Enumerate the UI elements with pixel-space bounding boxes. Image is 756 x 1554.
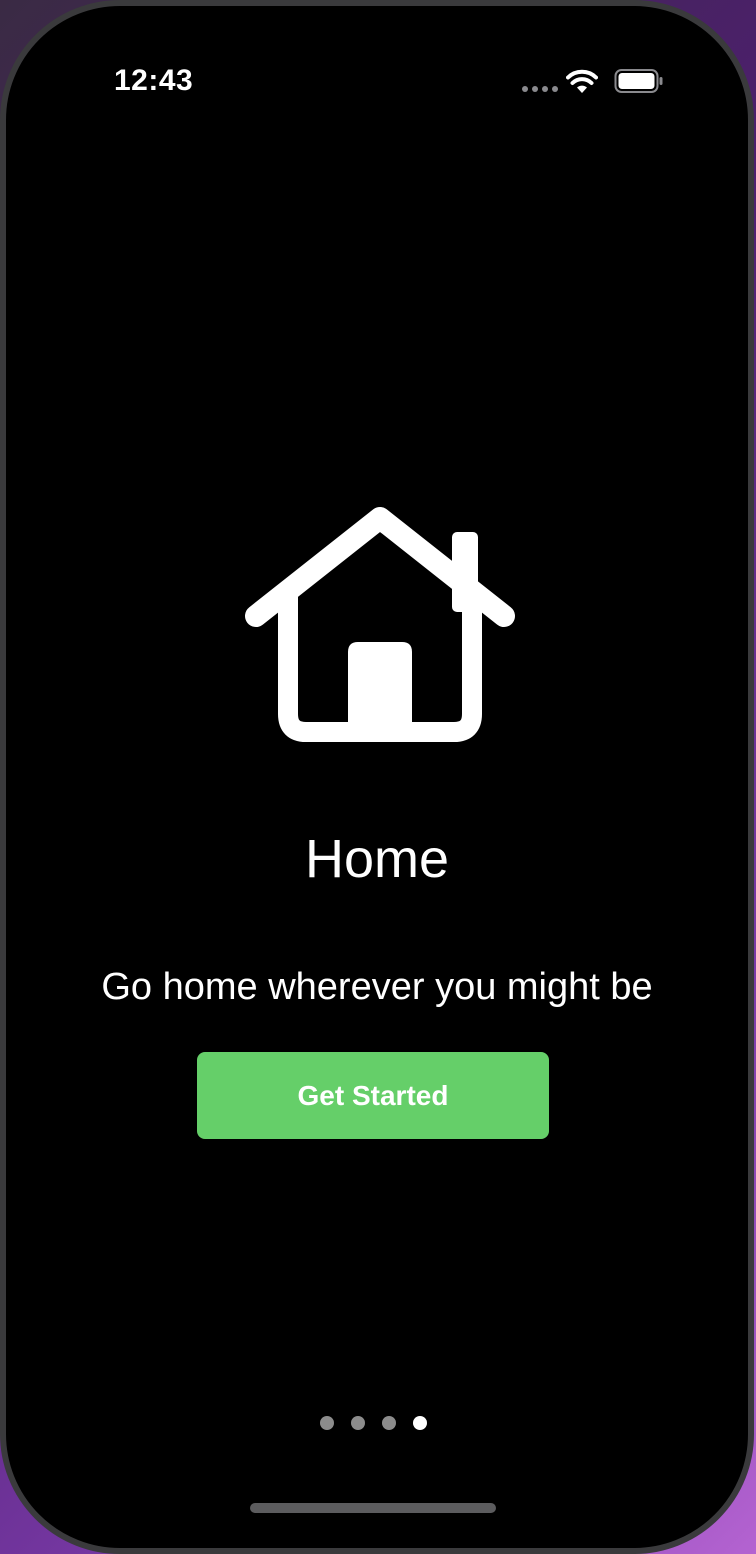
status-time: 12:43 (114, 64, 194, 97)
page-title: Home (304, 829, 450, 889)
home-indicator-bar[interactable] (250, 1503, 496, 1513)
page-indicator[interactable] (320, 1416, 427, 1430)
page-subtitle: Go home wherever you might be (101, 966, 653, 1008)
get-started-button[interactable]: Get Started (197, 1052, 549, 1139)
wifi-icon (566, 69, 598, 93)
page-dot-1[interactable] (320, 1416, 334, 1430)
battery-icon (614, 69, 663, 93)
page-dot-3[interactable] (382, 1416, 396, 1430)
page-dot-2[interactable] (351, 1416, 365, 1430)
cellular-signal-icon (522, 86, 558, 92)
phone-screen: 12:43 Home Go home wherever you might be… (0, 0, 754, 1554)
house-icon (245, 507, 515, 742)
status-bar: 12:43 (6, 6, 748, 156)
page-dot-4-active[interactable] (413, 1416, 427, 1430)
